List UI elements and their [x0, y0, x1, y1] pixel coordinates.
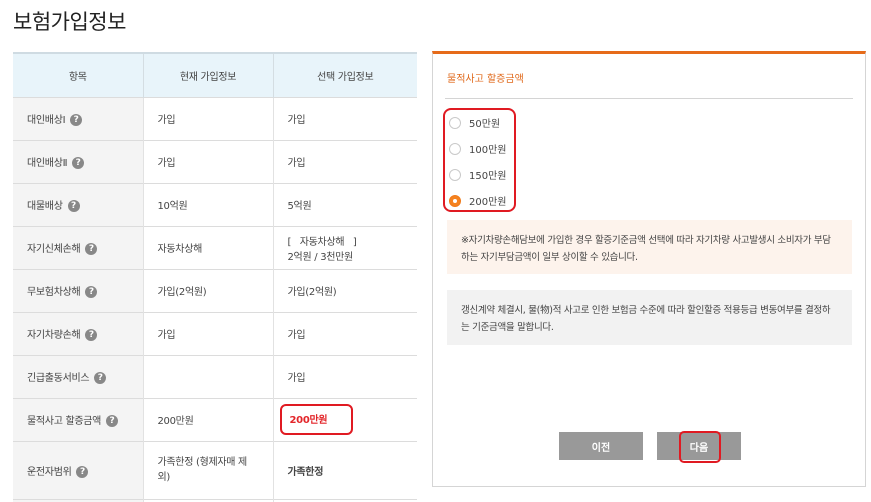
table-row: 물적사고 할증금액 ? 200만원 200만원 [13, 397, 417, 441]
table-row: 자기신체손해 ? 자동차상해 [ 자동차상해 ] 2억원 / 3천만원 [13, 225, 417, 269]
radio-button-checked[interactable] [449, 194, 461, 207]
panel-title: 물적사고 할증금액 [447, 74, 524, 85]
page-title: 보험가입정보 [13, 10, 126, 34]
current-value: 가입(2억원) [143, 268, 274, 312]
prev-button[interactable]: 이전 [559, 432, 643, 460]
help-icon[interactable]: ? [94, 372, 107, 384]
table-row: 운전자범위 ? 가족한정 (형제자매 제외) 가족한정 [13, 440, 417, 499]
radio-option-150[interactable]: 150만원 [449, 167, 507, 182]
insurance-info-table: 항목 현재 가입정보 선택 가입정보 대인배상Ⅰ ? 가입 가입 대인배상Ⅱ ?… [13, 52, 417, 502]
help-icon[interactable]: ? [85, 329, 98, 341]
row-label: 자기차량손해 ? [13, 311, 144, 355]
selected-value: 5억원 [273, 182, 417, 226]
row-label: 긴급출동서비스 ? [13, 354, 144, 398]
selected-value: 가입(2억원) [273, 268, 417, 312]
radio-button[interactable] [449, 168, 461, 181]
radio-option-200[interactable]: 200만원 [449, 193, 507, 208]
header-selected: 선택 가입정보 [273, 52, 417, 97]
row-label: 대인배상Ⅱ ? [13, 139, 144, 183]
table-header-row: 항목 현재 가입정보 선택 가입정보 [13, 52, 417, 97]
row-label: 무보험차상해 ? [13, 268, 144, 312]
selected-coverage-amount: 2억원 / 3천만원 [287, 251, 354, 263]
table-row: 대인배상Ⅰ ? 가입 가입 [13, 96, 417, 140]
current-value: 가입 [143, 311, 274, 355]
deductible-notice: ※자기차량손해담보에 가입한 경우 할증기준금액 선택에 따라 자기차량 사고발… [447, 220, 852, 274]
selected-value: [ 자동차상해 ] 2억원 / 3천만원 [273, 225, 417, 269]
current-value [143, 354, 274, 398]
selected-surcharge-highlight: 200만원 [279, 404, 354, 435]
table-row: 대물배상 ? 10억원 5억원 [13, 182, 417, 226]
divider [445, 98, 853, 99]
help-icon[interactable]: ? [70, 114, 83, 126]
selected-value: 가입 [273, 311, 417, 355]
radio-option-100[interactable]: 100만원 [449, 141, 507, 156]
current-value: 가족한정 (형제자매 제외) [143, 440, 274, 499]
current-value: 10억원 [143, 182, 274, 226]
selected-value: 가입 [273, 139, 417, 183]
current-value: 200만원 [143, 397, 274, 441]
surcharge-radio-group: 50만원 100만원 150만원 200만원 [443, 108, 516, 212]
radio-button[interactable] [449, 142, 461, 155]
help-icon[interactable]: ? [76, 465, 89, 478]
surcharge-panel: 물적사고 할증금액 50만원 100만원 150만원 200만원 ※자기차량손해… [432, 51, 866, 487]
current-value: 가입 [143, 96, 274, 140]
table-row: 무보험차상해 ? 가입(2억원) 가입(2억원) [13, 268, 417, 312]
surcharge-description: 갱신계약 체결시, 물(物)적 사고로 인한 보험금 수준에 따라 할인할증 적… [447, 290, 852, 345]
current-value: 자동차상해 [143, 225, 274, 269]
row-label: 운전자범위 ? [13, 440, 144, 499]
row-label: 물적사고 할증금액 ? [13, 397, 144, 441]
selected-value: 200만원 [273, 397, 417, 441]
table-row: 자기차량손해 ? 가입 가입 [13, 311, 417, 355]
help-icon[interactable]: ? [85, 243, 98, 255]
radio-button[interactable] [449, 116, 461, 129]
row-label: 대인배상Ⅰ ? [13, 96, 144, 140]
selected-value: 가입 [273, 354, 417, 398]
radio-option-50[interactable]: 50만원 [449, 115, 500, 130]
selected-value: 가족한정 [273, 440, 417, 499]
row-label: 대물배상 ? [13, 182, 144, 226]
selected-coverage: [ 자동차상해 ] [287, 236, 357, 248]
current-value: 가입 [143, 139, 274, 183]
help-icon[interactable]: ? [105, 415, 118, 427]
selected-value: 가입 [273, 96, 417, 140]
header-current: 현재 가입정보 [143, 52, 274, 97]
next-button[interactable]: 다음 [657, 432, 741, 460]
help-icon[interactable]: ? [72, 157, 85, 169]
table-row: 긴급출동서비스 ? 가입 [13, 354, 417, 398]
help-icon[interactable]: ? [85, 286, 98, 298]
row-label: 자기신체손해 ? [13, 225, 144, 269]
table-row: 대인배상Ⅱ ? 가입 가입 [13, 139, 417, 183]
header-item: 항목 [13, 52, 144, 97]
help-icon[interactable]: ? [67, 200, 80, 212]
